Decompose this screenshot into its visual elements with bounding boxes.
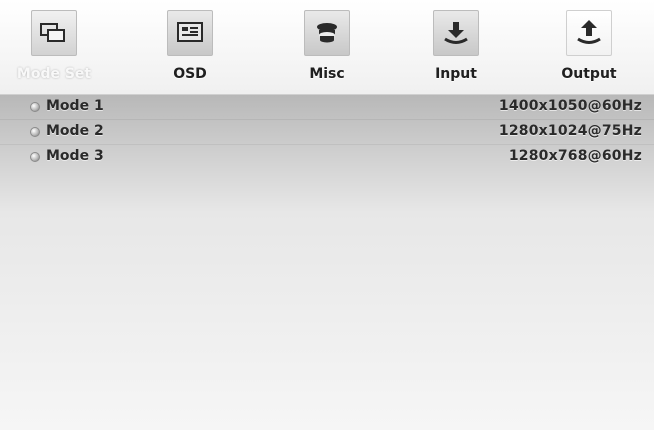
misc-stack-svg <box>317 23 337 43</box>
osd-screen-svg <box>177 22 203 42</box>
radio-bullet-icon <box>30 102 40 112</box>
list-item[interactable]: Mode 2 1280x1024@75Hz <box>0 121 654 145</box>
tab-misc[interactable]: Misc <box>277 10 377 85</box>
output-arrow-icon <box>566 10 612 56</box>
input-arrow-svg <box>444 22 468 44</box>
tab-label: Misc <box>309 66 345 82</box>
mode-name: Mode 3 <box>46 148 104 164</box>
monitor-windows-icon <box>31 10 77 56</box>
radio-bullet-icon <box>30 127 40 137</box>
mode-resolution: 1280x1024@75Hz <box>498 123 642 139</box>
osd-screen-icon <box>167 10 213 56</box>
list-item[interactable]: Mode 3 1280x768@60Hz <box>0 146 654 170</box>
tab-output[interactable]: Output <box>539 10 639 85</box>
tab-label: Input <box>435 66 477 82</box>
tab-osd[interactable]: OSD <box>140 10 240 85</box>
input-arrow-icon <box>433 10 479 56</box>
monitor-windows-svg <box>40 23 65 42</box>
list-item[interactable]: Mode 1 1400x1050@60Hz <box>0 96 654 120</box>
tab-bar: Mode Set OSD Misc Input Output <box>0 0 654 95</box>
misc-stack-icon <box>304 10 350 56</box>
mode-resolution: 1280x768@60Hz <box>508 148 642 164</box>
tab-mode-set[interactable]: Mode Set <box>4 10 104 85</box>
row-separator <box>0 119 654 120</box>
osd-window: Mode Set OSD Misc Input Output Mode 1 14… <box>0 0 654 430</box>
tab-label: Output <box>561 66 617 82</box>
mode-name: Mode 2 <box>46 123 104 139</box>
output-arrow-svg <box>577 20 601 44</box>
mode-name: Mode 1 <box>46 98 104 114</box>
tab-label: Mode Set <box>16 66 92 82</box>
mode-resolution: 1400x1050@60Hz <box>498 98 642 114</box>
row-separator <box>0 144 654 145</box>
radio-bullet-icon <box>30 152 40 162</box>
tab-label: OSD <box>173 66 207 82</box>
tab-input[interactable]: Input <box>406 10 506 85</box>
mode-list: Mode 1 1400x1050@60Hz Mode 2 1280x1024@7… <box>0 95 654 430</box>
